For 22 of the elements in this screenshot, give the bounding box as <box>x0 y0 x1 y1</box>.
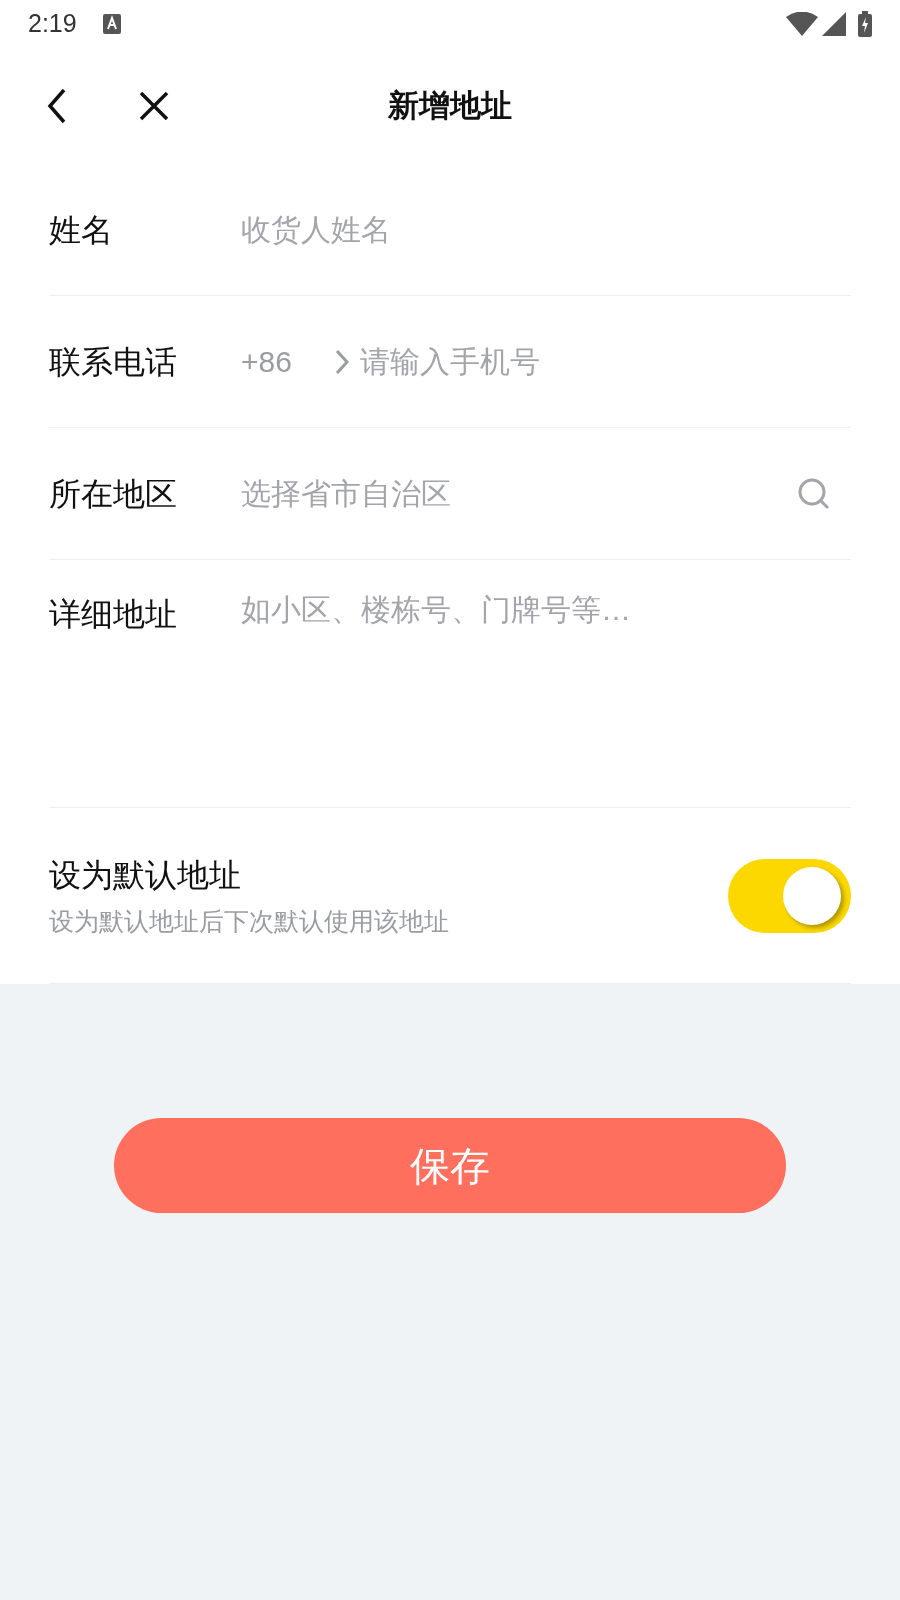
country-code-button[interactable]: +86 <box>241 339 350 384</box>
back-icon <box>47 88 67 124</box>
field-label: 所在地区 <box>49 474 178 514</box>
field-label: 联系电话 <box>49 342 178 382</box>
input-field[interactable]: 请输入手机号 <box>359 336 851 387</box>
close-icon <box>139 91 169 121</box>
default-address-label: 设为默认地址 <box>49 855 242 895</box>
input-field[interactable]: 选择省市自治区 <box>241 468 797 519</box>
status-time: 2:19 <box>28 8 77 40</box>
save-button[interactable]: 保存 <box>114 1118 786 1213</box>
wifi-icon <box>786 12 818 36</box>
default-address-hint: 设为默认地址后下次默认使用该地址 <box>49 905 450 937</box>
field-label: 姓名 <box>49 210 114 250</box>
keyboard-icon <box>102 14 121 34</box>
address-textarea[interactable]: 如小区、楼栋号、门牌号等… <box>241 590 851 780</box>
page-title: 新增地址 <box>388 86 512 125</box>
battery-icon <box>858 11 872 37</box>
chevron-icon <box>333 347 350 376</box>
search-icon <box>797 476 831 511</box>
field-label: 详细地址 <box>49 595 178 634</box>
signal-icon <box>822 12 846 36</box>
input-field[interactable]: 收货人姓名 <box>241 204 851 255</box>
